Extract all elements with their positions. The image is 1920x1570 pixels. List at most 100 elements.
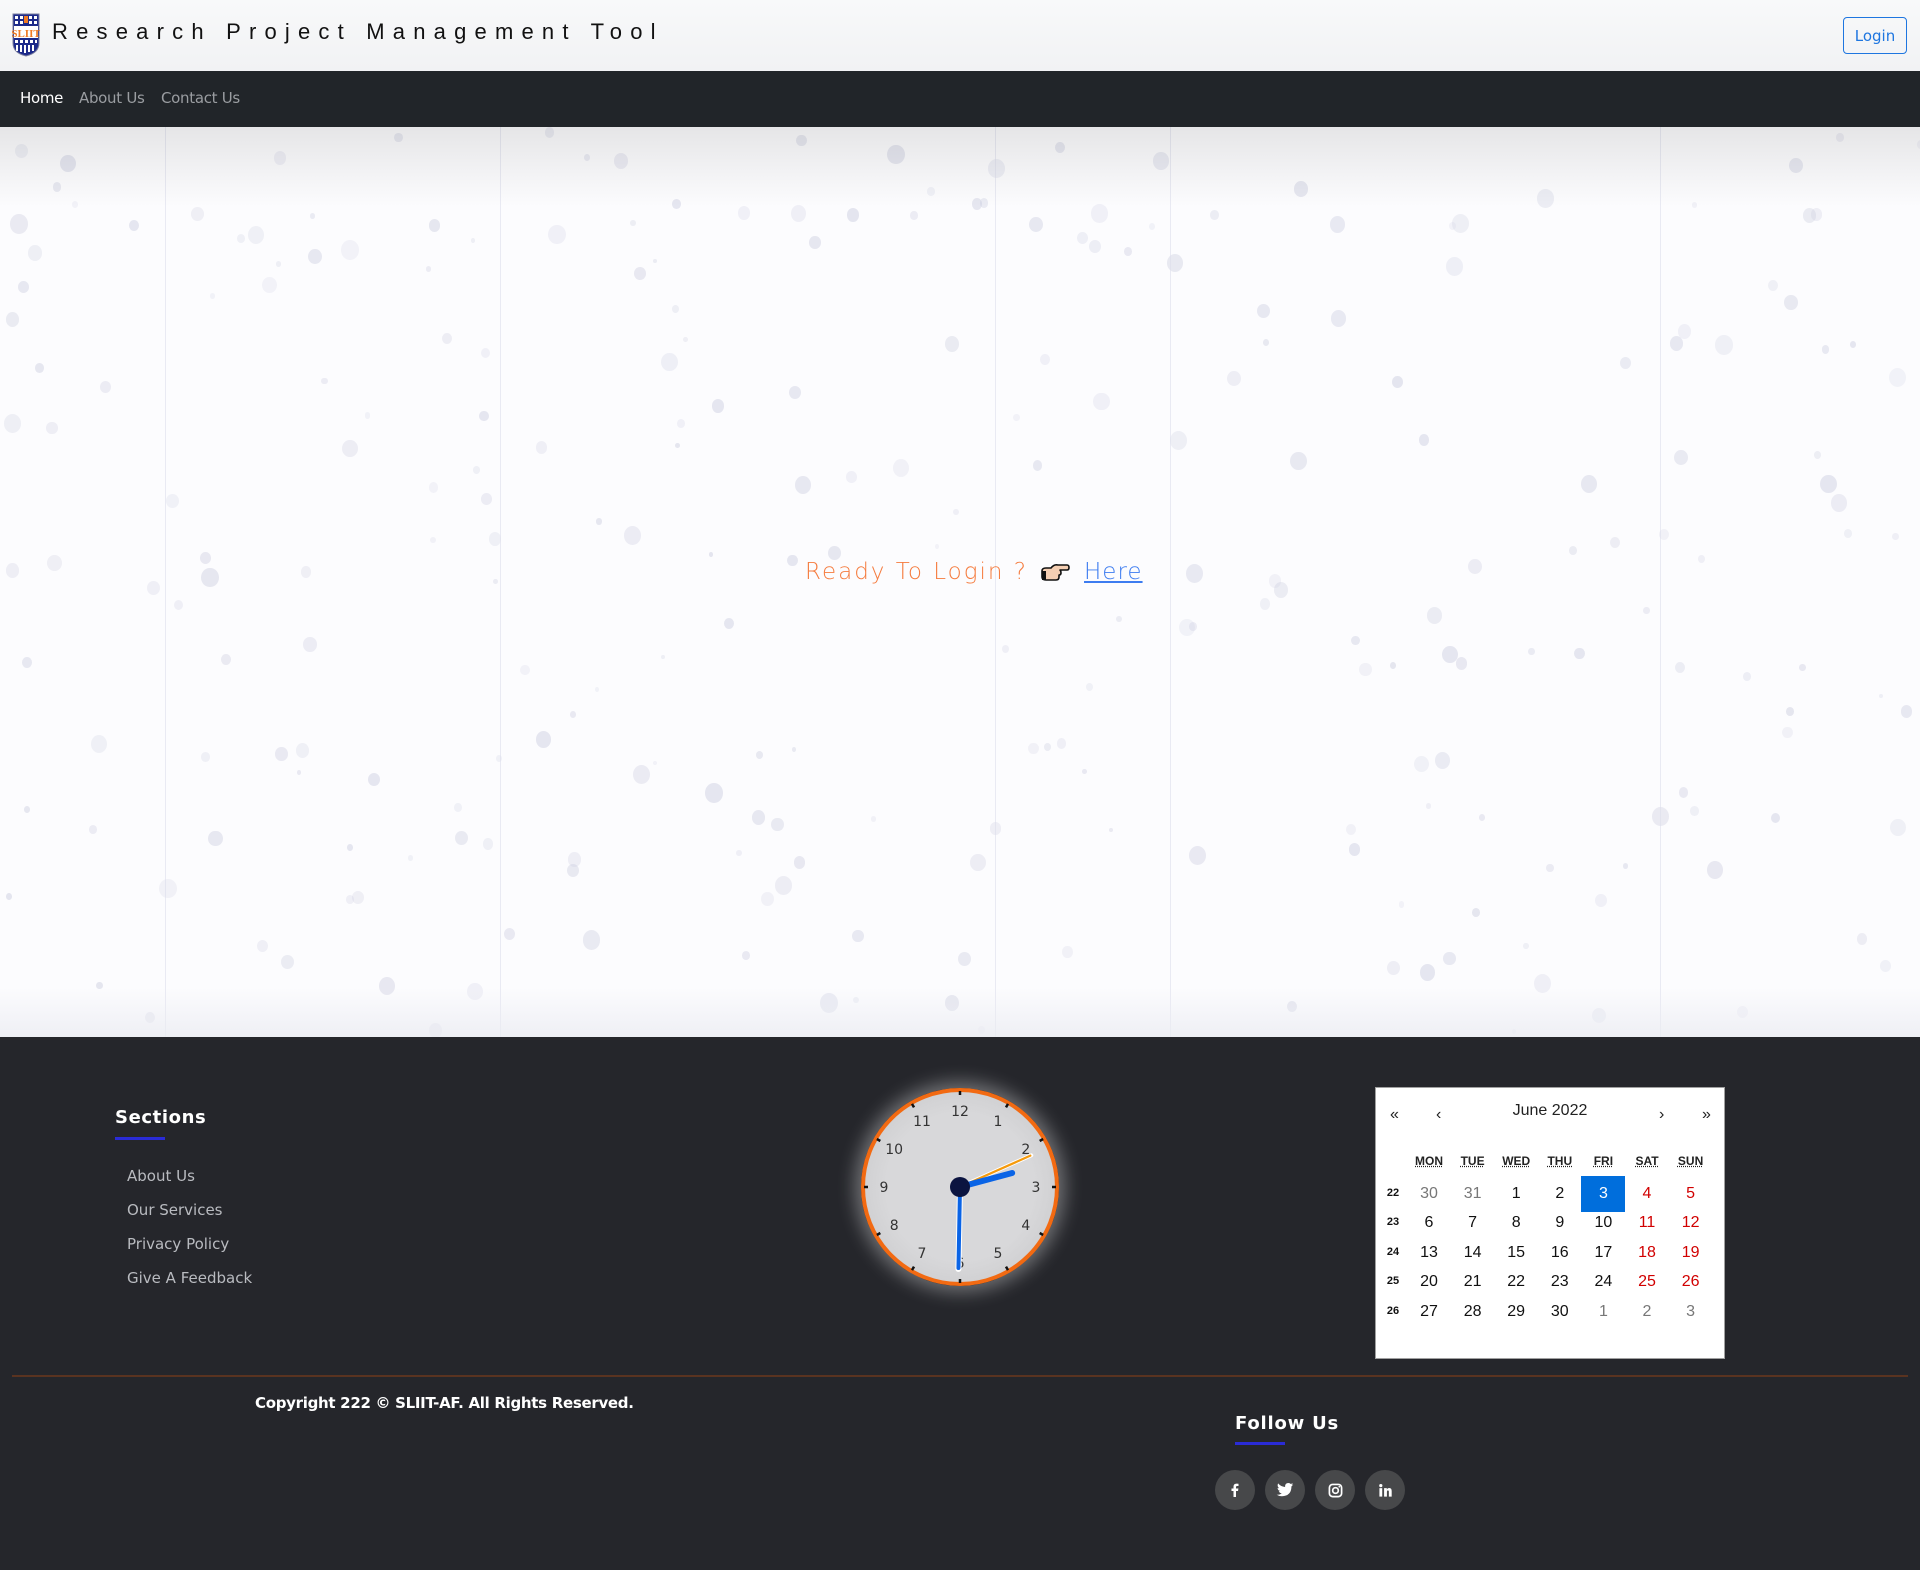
facebook-button[interactable] (1215, 1470, 1255, 1510)
nav-item-home[interactable]: Home (20, 89, 63, 107)
rain-drop (1674, 449, 1689, 466)
clock-face: 121234567891011 (864, 1091, 1056, 1283)
clock-tick (876, 1231, 881, 1237)
rain-streak (165, 127, 166, 1037)
rain-drop (342, 440, 359, 458)
footer-divider (12, 1375, 1908, 1377)
calendar-next-year-button[interactable]: » (1702, 1106, 1711, 1124)
clock-numeral: 5 (994, 1246, 1003, 1262)
calendar-day[interactable]: 3 (1669, 1294, 1713, 1330)
calendar-day[interactable]: 2 (1625, 1294, 1669, 1330)
rain-drop (89, 824, 98, 834)
rain-drop (1076, 232, 1088, 245)
rain-drop (788, 385, 802, 400)
rain-drop (341, 240, 359, 260)
rain-drop (755, 751, 763, 759)
rain-drop (275, 747, 288, 761)
calendar-day[interactable]: 28 (1451, 1294, 1495, 1330)
rain-drop (128, 220, 139, 232)
rain-drop (1622, 862, 1629, 869)
rain-drop (596, 518, 603, 525)
facebook-icon (1231, 1483, 1239, 1497)
rain-drop (1890, 818, 1906, 837)
instagram-button[interactable] (1315, 1470, 1355, 1510)
calendar-widget: « ‹ June 2022 › » MON TUE WED THU FRI SAT SUN 2… (1375, 1087, 1725, 1359)
linkedin-button[interactable] (1365, 1470, 1405, 1510)
rain-drop (1609, 537, 1620, 549)
rain-drop (5, 892, 13, 900)
footer-link-our-services[interactable]: Our Services (127, 1201, 223, 1219)
rain-drop (675, 442, 681, 448)
rain-drop (623, 525, 642, 545)
rain-drop (208, 830, 223, 847)
nav-item-contact-us[interactable]: Contact Us (161, 89, 240, 107)
rain-drop (425, 266, 431, 272)
footer-link-about-us[interactable]: About Us (127, 1167, 195, 1185)
rain-drop (1123, 246, 1132, 256)
rain-drop (1821, 345, 1829, 354)
rain-drop (870, 815, 877, 822)
calendar-day[interactable]: 27 (1407, 1294, 1451, 1330)
nav-item-about-us[interactable]: About Us (79, 89, 145, 107)
top-header: SLIIT Research Project Management Tool L… (0, 0, 1920, 71)
rain-drop (1062, 946, 1073, 958)
clock-minute-hand (956, 1185, 962, 1270)
clock-tick (1004, 1103, 1010, 1108)
rain-drop (428, 481, 439, 493)
rain-drop (455, 830, 468, 845)
calendar-week-number: 24 (1386, 1245, 1400, 1258)
rain-drop (708, 551, 714, 558)
rain-drop (1595, 894, 1607, 907)
rain-drop (1386, 960, 1401, 976)
rain-drop (677, 419, 685, 428)
calendar-weekday-sun: SUN (1677, 1154, 1704, 1168)
rain-drop (1771, 813, 1781, 824)
calendar-day[interactable]: 29 (1494, 1294, 1538, 1330)
rain-drop (1844, 529, 1853, 538)
clock-numeral: 10 (885, 1142, 903, 1158)
footer-link-give-feedback[interactable]: Give A Feedback (127, 1269, 252, 1287)
rain-drop (3, 414, 21, 434)
rain-drop (910, 211, 918, 220)
rain-drop (582, 930, 601, 950)
rain-drop (28, 245, 42, 261)
rain-drop (724, 618, 735, 630)
calendar-next-month-button[interactable]: › (1659, 1106, 1664, 1124)
rain-drop (652, 258, 657, 264)
rain-drop (1581, 474, 1598, 493)
rain-drop (828, 546, 842, 560)
clock-tick (1039, 1231, 1044, 1237)
rain-drop (711, 398, 725, 413)
login-button[interactable]: Login (1843, 17, 1907, 54)
calendar-day[interactable]: 1 (1581, 1294, 1625, 1330)
rain-drop (1398, 901, 1405, 908)
calendar-day[interactable]: 30 (1538, 1294, 1582, 1330)
footer-link-privacy-policy[interactable]: Privacy Policy (127, 1235, 229, 1253)
rain-drop (682, 336, 688, 342)
rain-drop (741, 951, 750, 961)
rain-drop (1528, 648, 1535, 656)
rain-drop (1820, 474, 1837, 493)
rain-drop (1056, 738, 1067, 750)
rain-drop (441, 332, 452, 345)
login-here-link[interactable]: Here (1084, 559, 1143, 585)
site-title: Research Project Management Tool (52, 19, 664, 44)
rain-drop (479, 410, 489, 421)
rain-drop (944, 336, 960, 352)
rain-drop (90, 734, 107, 753)
calendar-month-title[interactable]: June 2022 (1376, 1102, 1724, 1120)
clock-numeral: 9 (880, 1180, 889, 1196)
rain-drop (481, 347, 491, 358)
rain-drop (761, 892, 774, 907)
rain-drop (1880, 960, 1891, 973)
rain-drop (1782, 726, 1793, 738)
rain-drop (303, 636, 317, 652)
clock-tick (910, 1103, 916, 1108)
follow-us-underline (1235, 1442, 1285, 1445)
rain-drop (737, 206, 751, 221)
rain-drop (661, 352, 678, 371)
rain-drop (295, 742, 310, 758)
rain-drop (771, 817, 784, 832)
rain-drop (1043, 742, 1051, 751)
twitter-button[interactable] (1265, 1470, 1305, 1510)
